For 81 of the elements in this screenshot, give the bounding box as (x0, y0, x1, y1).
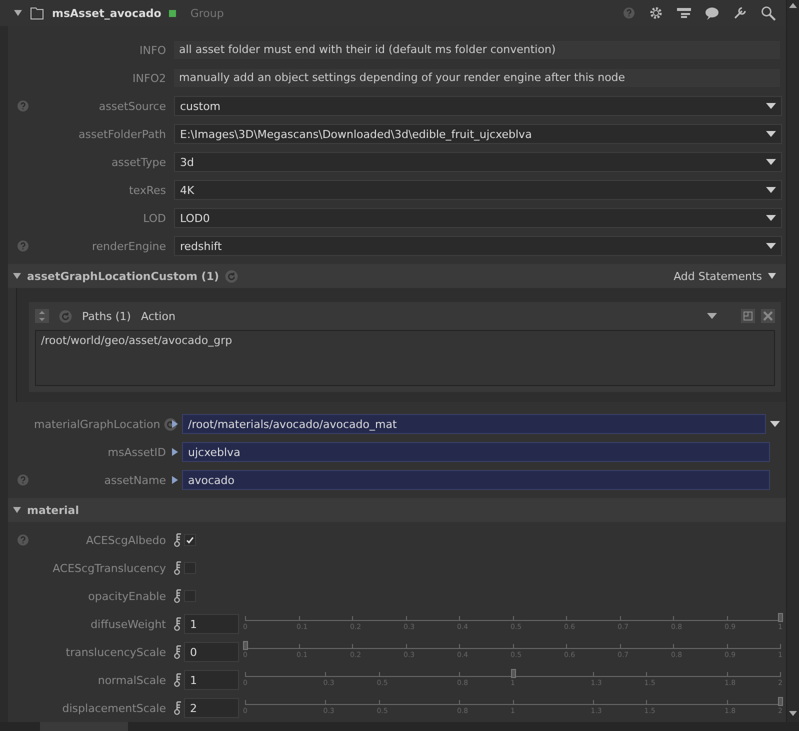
node-type: Group (190, 6, 224, 20)
dropdown-field[interactable]: 3d (174, 152, 782, 172)
param-label: diffuseWeight (90, 618, 166, 630)
dropdown-arrow-icon[interactable] (766, 215, 776, 221)
expression-arrow-icon[interactable] (172, 420, 178, 428)
number-field[interactable]: 0 (184, 642, 239, 662)
expand-arrow-icon[interactable] (13, 272, 21, 280)
wrench-icon[interactable] (733, 6, 747, 20)
param-label: renderEngine (92, 240, 166, 252)
group-title: assetGraphLocationCustom (1) (27, 270, 220, 282)
settings-icon[interactable] (649, 6, 663, 20)
key-icon[interactable] (174, 589, 182, 603)
number-field[interactable]: 2 (184, 698, 239, 718)
slider-thumb[interactable] (510, 669, 516, 678)
param-label: opacityEnable (88, 590, 166, 602)
param-label: materialGraphLocation (34, 418, 160, 430)
tab[interactable]: Paths (1) (82, 310, 131, 322)
number-field[interactable]: 1 (184, 670, 239, 690)
caret-icon (768, 273, 776, 279)
speech-bubble-icon[interactable] (705, 6, 719, 20)
param-label: normalScale (98, 674, 166, 686)
expand-arrow-icon[interactable] (14, 9, 22, 17)
param-label: displacementScale (62, 702, 166, 714)
param-label: assetFolderPath (78, 128, 166, 140)
dropdown-field[interactable]: LOD0 (174, 208, 782, 228)
slider-thumb[interactable] (778, 613, 783, 622)
param-label: texRes (128, 184, 166, 196)
dropdown-field[interactable]: custom (174, 96, 782, 116)
dropdown-arrow-icon[interactable] (766, 243, 776, 249)
folder-icon (30, 6, 44, 20)
info-text: all asset folder must end with their id (default ms folder convention) (174, 41, 780, 59)
key-icon[interactable] (174, 561, 182, 575)
dropdown-arrow-icon[interactable] (770, 421, 780, 427)
tab[interactable]: Action (140, 310, 176, 322)
dropdown-arrow-icon[interactable] (707, 313, 717, 319)
search-icon[interactable] (761, 6, 776, 20)
param-label: assetName (104, 474, 166, 486)
group-title: material (27, 504, 79, 516)
param-label: translucencyScale (66, 646, 166, 658)
param-label: msAssetID (108, 446, 166, 458)
dropdown-arrow-icon[interactable] (766, 103, 776, 109)
slider-thumb[interactable] (778, 697, 783, 706)
slider-thumb[interactable] (243, 641, 248, 650)
expression-field[interactable]: /root/materials/avocado/avocado_mat (182, 414, 766, 434)
key-icon[interactable] (174, 701, 182, 715)
expand-arrow-icon[interactable] (13, 506, 21, 514)
hierarchy-icon[interactable] (677, 8, 691, 18)
expression-field[interactable]: avocado (182, 470, 770, 490)
dropdown-arrow-icon[interactable] (766, 187, 776, 193)
param-label: assetSource (98, 100, 166, 112)
scrollbar[interactable] (786, 0, 799, 722)
number-field[interactable]: 1 (184, 614, 239, 634)
close-icon[interactable] (761, 309, 775, 323)
scroll-down-icon[interactable] (789, 711, 797, 716)
expression-arrow-icon[interactable] (172, 448, 178, 456)
key-icon[interactable] (174, 533, 182, 547)
dropdown-arrow-icon[interactable] (766, 159, 776, 165)
dropdown-arrow-icon[interactable] (766, 131, 776, 137)
key-icon[interactable] (174, 617, 182, 631)
param-label: ACEScgTranslucency (52, 562, 166, 574)
paths-text-area[interactable]: /root/world/geo/asset/avocado_grp (35, 330, 775, 386)
key-icon[interactable] (174, 645, 182, 659)
undock-icon[interactable] (741, 309, 755, 323)
param-label: LOD (143, 212, 166, 224)
dropdown-field[interactable]: redshift (174, 236, 782, 256)
key-icon[interactable] (174, 673, 182, 687)
scroll-up-icon[interactable] (789, 3, 797, 8)
dropdown-field[interactable]: E:\Images\3D\Megascans\Downloaded\3d\edible_fruit_ujcxeblva (174, 124, 782, 144)
dropdown-field[interactable]: 4K (174, 180, 782, 200)
checkbox[interactable] (184, 534, 196, 546)
param-label: assetType (111, 156, 166, 168)
info-text: manually add an object settings depending of your render engine after this node (174, 69, 780, 87)
param-label: ACEScgAlbedo (86, 534, 166, 546)
node-name: msAsset_avocado (52, 6, 162, 20)
param-label: INFO2 (132, 72, 166, 84)
expression-field[interactable]: ujcxeblva (182, 442, 770, 462)
status-square-icon (169, 10, 176, 16)
drag-handle-icon[interactable] (35, 309, 49, 323)
add-statements-button[interactable]: Add Statements (668, 268, 786, 284)
expression-arrow-icon[interactable] (172, 476, 178, 484)
param-label: INFO (140, 44, 166, 56)
